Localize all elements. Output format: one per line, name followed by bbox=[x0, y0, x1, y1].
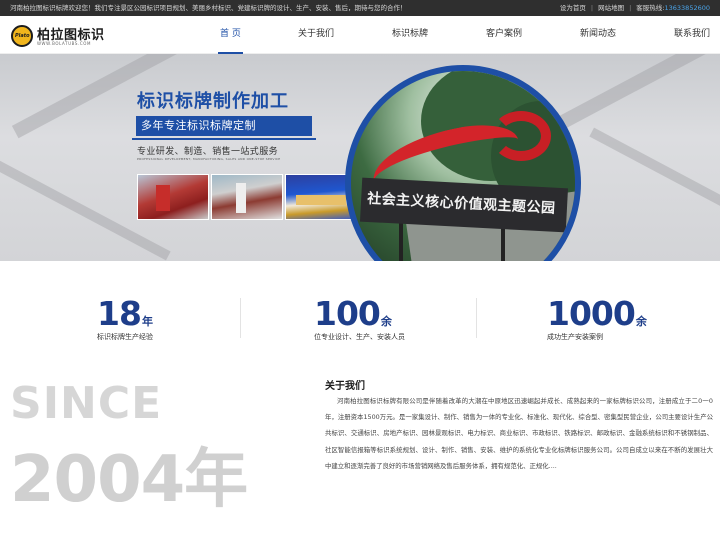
since-word: SINCE bbox=[10, 378, 163, 429]
background-beam bbox=[589, 127, 720, 231]
red-swirl-sculpture bbox=[491, 111, 551, 161]
nav-home[interactable]: 首 页 bbox=[218, 16, 243, 54]
stat-label: 位专业设计、生产、安装人员 bbox=[314, 333, 405, 341]
stat-value: 18 bbox=[97, 294, 142, 333]
separator: | bbox=[590, 4, 594, 12]
separator: | bbox=[629, 4, 632, 12]
nav-cases[interactable]: 客户案例 bbox=[486, 16, 522, 54]
stat-unit: 余 bbox=[635, 315, 647, 328]
banner-subtitle: 多年专注标识标牌定制 bbox=[132, 116, 316, 140]
about-title: 关于我们 bbox=[325, 381, 365, 392]
banner-title: 标识标牌制作加工 bbox=[137, 91, 289, 112]
banner-thumbnail-red-sign bbox=[137, 174, 209, 220]
nav-about[interactable]: 关于我们 bbox=[298, 16, 334, 54]
banner-thumbnail-stone-sign bbox=[211, 174, 283, 220]
top-links: 设为首页 | 网站地图 | 客服热线:13633852600 bbox=[560, 0, 710, 16]
logo-mark-text: Plato bbox=[15, 33, 30, 39]
banner-description: 专业研发、制造、销售一站式服务 bbox=[137, 147, 279, 157]
nav-contact[interactable]: 联系我们 bbox=[674, 16, 710, 54]
stat-unit: 年 bbox=[141, 315, 153, 328]
park-sign: 社会主义核心价值观主题公园 bbox=[359, 177, 569, 233]
stat-divider bbox=[476, 298, 477, 338]
hotline-number[interactable]: 13633852600 bbox=[665, 4, 711, 12]
stat-unit: 余 bbox=[380, 315, 392, 328]
site-logo[interactable]: Plato 柏拉图标识 WWW.BOLATUBS.COM bbox=[11, 23, 121, 49]
stats-row: 18年 标识标牌生产经验 100余 位专业设计、生产、安装人员 1000余 成功… bbox=[0, 290, 720, 350]
since-year: 2004年 bbox=[10, 443, 248, 517]
stat-value: 1000 bbox=[547, 294, 636, 333]
site-header: Plato 柏拉图标识 WWW.BOLATUBS.COM 首 页 关于我们 标识… bbox=[0, 16, 720, 54]
hotline-label: 客服热线: bbox=[636, 4, 665, 12]
banner-description-en: PROFESSIONAL DEVELOPMENT, MANUFACTURING,… bbox=[137, 157, 281, 161]
stat-label: 成功生产安装案例 bbox=[547, 333, 603, 341]
top-bar: 河南柏拉图标识标牌欢迎您！我们专注景区公园标识项目规划、美丽乡村标识、党建标识牌… bbox=[0, 0, 720, 16]
welcome-message: 河南柏拉图标识标牌欢迎您！我们专注景区公园标识项目规划、美丽乡村标识、党建标识牌… bbox=[10, 4, 407, 12]
logo-url: WWW.BOLATUBS.COM bbox=[37, 41, 92, 46]
sitemap-link[interactable]: 网站地图 bbox=[598, 4, 624, 12]
stat-number: 1000余 bbox=[547, 294, 647, 333]
banner-featured-photo: 社会主义核心价值观主题公园 bbox=[345, 65, 581, 261]
logo-mark-icon: Plato bbox=[11, 25, 33, 47]
stat-label: 标识标牌生产经验 bbox=[97, 333, 153, 341]
hero-banner[interactable]: 标识标牌制作加工 多年专注标识标牌定制 专业研发、制造、销售一站式服务 PROF… bbox=[0, 54, 720, 261]
park-sign-text: 社会主义核心价值观主题公园 bbox=[366, 190, 556, 217]
nav-signage[interactable]: 标识标牌 bbox=[392, 16, 428, 54]
nav-news[interactable]: 新闻动态 bbox=[580, 16, 616, 54]
stat-divider bbox=[240, 298, 241, 338]
set-home-link[interactable]: 设为首页 bbox=[560, 4, 586, 12]
stat-number: 18年 bbox=[97, 294, 153, 333]
sign-post bbox=[399, 221, 403, 261]
stat-value: 100 bbox=[314, 294, 381, 333]
stat-number: 100余 bbox=[314, 294, 392, 333]
about-text: 河南柏拉图标识标牌有限公司是伴随着改革的大潮在中原地区迅速崛起并成长、成熟起来的… bbox=[325, 397, 713, 470]
